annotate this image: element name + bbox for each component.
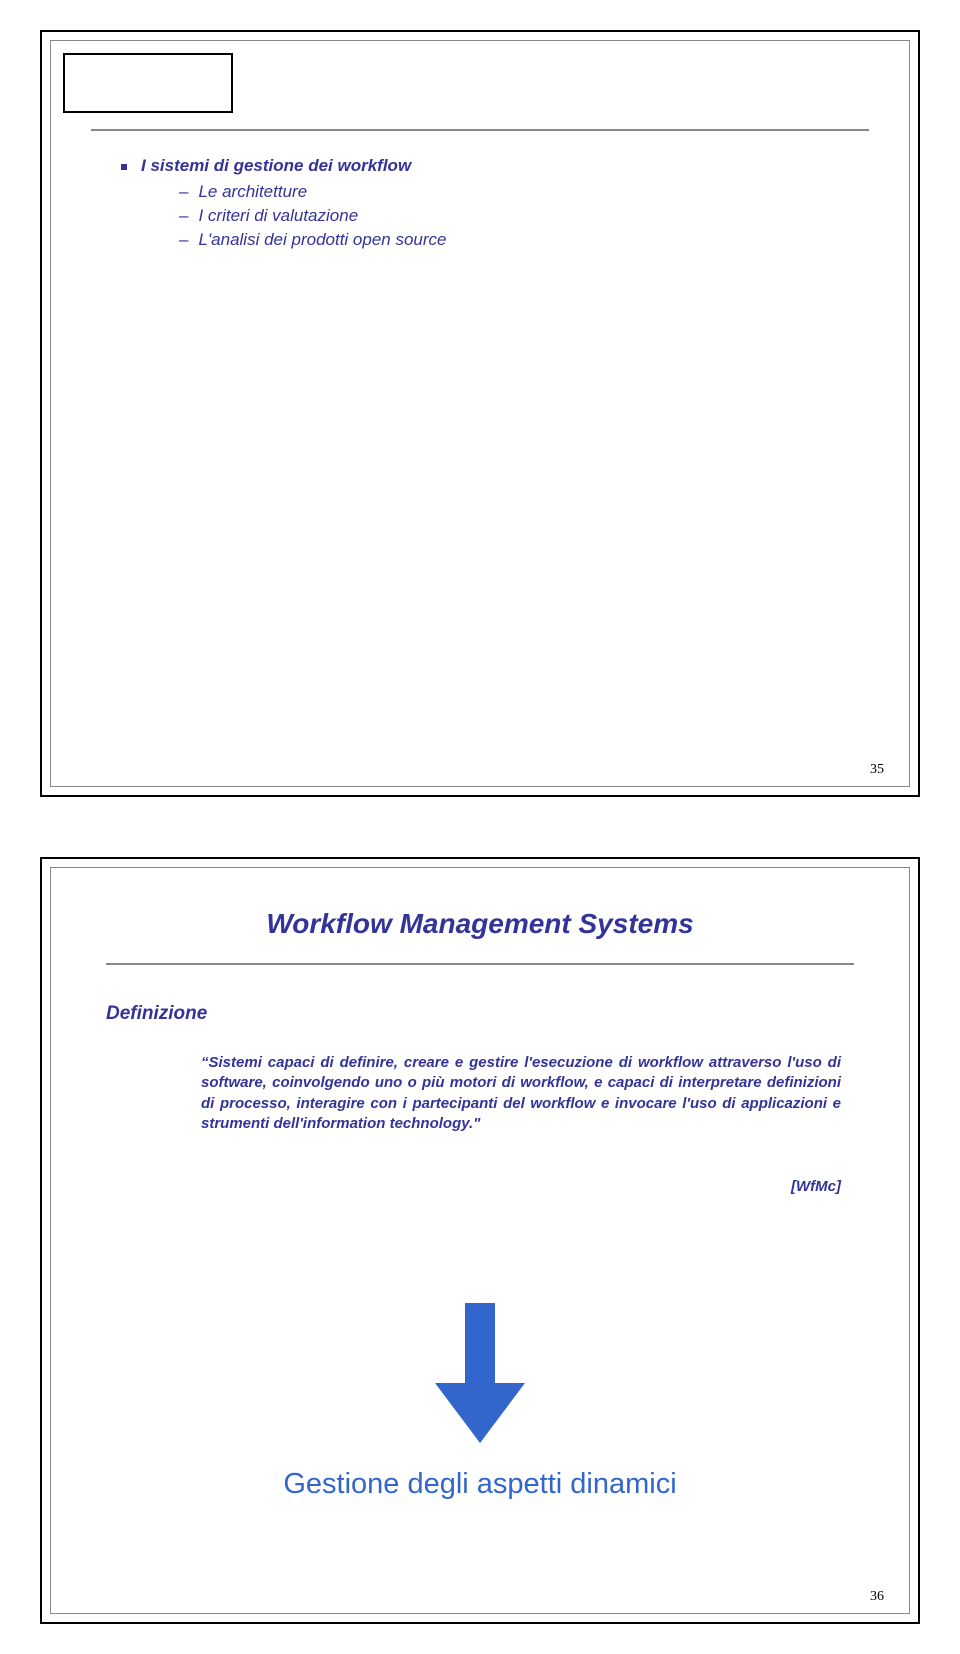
bullet-square-icon: [121, 164, 127, 170]
slide1-sub-text: L'analisi dei prodotti open source: [198, 230, 446, 249]
slide1-sub-text: Le architetture: [198, 182, 307, 201]
bullet-dash-icon: –: [179, 182, 188, 202]
slide1-sub-item: –Le architetture: [179, 182, 839, 202]
slide-inner-frame: I sistemi di gestione dei workflow –Le a…: [50, 40, 910, 787]
slide-outer-frame: I sistemi di gestione dei workflow –Le a…: [40, 30, 920, 797]
slide2-title: Workflow Management Systems: [51, 908, 909, 940]
slide1-content: I sistemi di gestione dei workflow –Le a…: [121, 156, 839, 254]
arrow-shape: [435, 1303, 525, 1443]
slide-outer-frame: Workflow Management Systems Definizione …: [40, 857, 920, 1624]
slide1-root-text: I sistemi di gestione dei workflow: [141, 156, 411, 175]
slide-inner-frame: Workflow Management Systems Definizione …: [50, 867, 910, 1614]
definition-citation: [WfMc]: [201, 1178, 841, 1195]
conclusion-text: Gestione degli aspetti dinamici: [51, 1468, 909, 1501]
slide-2: Workflow Management Systems Definizione …: [0, 827, 960, 1654]
slide1-sub-item: –I criteri di valutazione: [179, 206, 839, 226]
slide1-sub-item: –L'analisi dei prodotti open source: [179, 230, 839, 250]
down-arrow-icon: [435, 1303, 525, 1448]
slide1-sub-text: I criteri di valutazione: [198, 206, 358, 225]
slide1-root-item: I sistemi di gestione dei workflow: [121, 156, 839, 176]
bullet-dash-icon: –: [179, 206, 188, 226]
definition-body: “Sistemi capaci di definire, creare e ge…: [201, 1053, 841, 1134]
page-number: 36: [870, 1589, 884, 1605]
title-divider: [106, 963, 854, 965]
page-number: 35: [870, 762, 884, 778]
corner-box: [63, 53, 233, 113]
title-divider: [91, 129, 869, 131]
bullet-dash-icon: –: [179, 230, 188, 250]
definition-label: Definizione: [106, 1003, 207, 1025]
slide-1: I sistemi di gestione dei workflow –Le a…: [0, 0, 960, 827]
